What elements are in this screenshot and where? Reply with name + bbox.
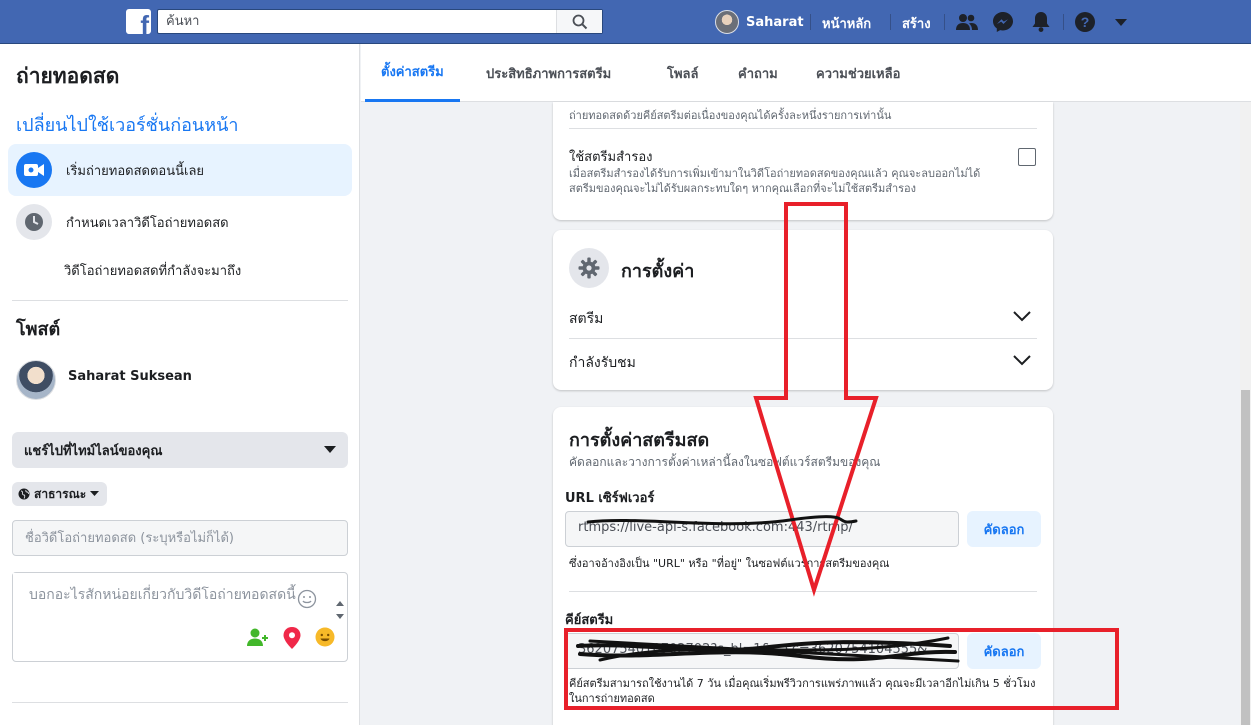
divider: [12, 300, 348, 301]
page-scrollbar-thumb[interactable]: [1241, 390, 1250, 725]
tab-stream-setup[interactable]: ตั้งค่าสตรีม: [365, 44, 460, 102]
separator: [890, 14, 891, 30]
help-icon[interactable]: ?: [1074, 11, 1096, 33]
search-button[interactable]: [556, 10, 602, 33]
sidebar-item-label: เริ่มถ่ายทอดสดตอนนี้เลย: [66, 163, 205, 179]
sidebar-item-schedule-live[interactable]: กำหนดเวลาวิดีโอถ่ายทอดสด: [8, 196, 352, 248]
divider: [569, 338, 1037, 339]
facebook-logo-letter: f: [140, 10, 149, 34]
separator: [944, 14, 945, 30]
divider: [569, 128, 1037, 129]
backup-stream-title: ใช้สตรีมสำรอง: [569, 150, 653, 165]
notifications-bell-icon[interactable]: [1030, 11, 1052, 33]
top-user-name: Saharat: [746, 14, 804, 30]
feeling-icon[interactable]: [315, 627, 335, 647]
separator: [810, 14, 811, 30]
sidebar-item-label: วิดีโอถ่ายทอดสดที่กำลังจะมาถึง: [64, 263, 242, 279]
share-destination-dropdown[interactable]: แชร์ไปที่ไทม์ไลน์ของคุณ: [12, 432, 348, 468]
account-menu-caret-icon[interactable]: [1110, 11, 1132, 33]
left-sidebar: ถ่ายทอดสด เปลี่ยนไปใช้เวอร์ชั่นก่อนหน้า …: [0, 44, 360, 725]
location-pin-icon[interactable]: [283, 627, 301, 649]
backup-stream-description: เมื่อสตรีมสำรองได้รับการเพิ่มเข้ามาในวิด…: [569, 167, 981, 195]
tab-stream-health[interactable]: ประสิทธิภาพการสตรีม: [486, 44, 611, 102]
backup-stream-checkbox[interactable]: [1018, 148, 1036, 166]
sidebar-item-label: กำหนดเวลาวิดีโอถ่ายทอดสด: [66, 215, 229, 231]
caret-down-icon: [324, 446, 336, 453]
live-settings-title: การตั้งค่าสตรีมสด: [569, 430, 710, 451]
divider: [569, 591, 1037, 592]
settings-row-label: กำลังรับชม: [569, 355, 636, 371]
svg-text:?: ?: [1081, 14, 1090, 30]
privacy-selector[interactable]: สาธารณะ: [12, 482, 108, 506]
settings-row-label: สตรีม: [569, 311, 604, 327]
copy-stream-key-button[interactable]: คัดลอก: [967, 633, 1041, 669]
textarea-scrollbar[interactable]: [335, 601, 345, 619]
share-destination-label: แชร์ไปที่ไทม์ไลน์ของคุณ: [24, 443, 163, 459]
chevron-down-icon: [1013, 355, 1031, 366]
chevron-down-icon: [1013, 311, 1031, 322]
home-link[interactable]: หน้าหลัก: [822, 13, 871, 34]
scroll-up-icon: [336, 601, 344, 606]
messenger-icon[interactable]: [992, 11, 1014, 33]
author-name: Saharat Suksean: [68, 368, 192, 384]
persistent-key-note: ถ่ายทอดสดด้วยคีย์สตรีมต่อเนื่องของคุณได้…: [569, 109, 892, 122]
privacy-label: สาธารณะ: [34, 486, 87, 501]
divider: [12, 702, 348, 703]
tab-help[interactable]: ความช่วยเหลือ: [816, 44, 900, 102]
create-link[interactable]: สร้าง: [902, 13, 931, 34]
settings-row-stream[interactable]: สตรีม: [553, 296, 1053, 340]
avatar: [715, 10, 739, 34]
tag-friends-icon[interactable]: [247, 627, 269, 647]
tab-polls[interactable]: โพลล์: [667, 44, 698, 102]
settings-row-viewing[interactable]: กำลังรับชม: [553, 340, 1053, 384]
description-input[interactable]: [13, 573, 323, 619]
gear-icon: [569, 248, 609, 288]
stream-key-label: คีย์สตรีม: [565, 613, 614, 628]
post-section-title: โพสต์: [16, 319, 61, 340]
search-box: [157, 9, 603, 34]
emoji-icon[interactable]: [297, 589, 317, 609]
description-actions: [247, 627, 335, 649]
clock-icon-wrap: [16, 204, 52, 240]
settings-card: การตั้งค่า สตรีม กำลังรับชม: [553, 230, 1053, 390]
settings-title: การตั้งค่า: [621, 261, 695, 282]
live-stream-settings-card: การตั้งค่าสตรีมสด คัดลอกและวางการตั้งค่า…: [553, 407, 1053, 725]
search-input[interactable]: [158, 10, 558, 33]
top-profile-link[interactable]: Saharat: [715, 10, 804, 34]
globe-icon: [18, 488, 30, 500]
server-url-field[interactable]: rtmps://live-api-s.facebook.com:443/rtmp…: [565, 511, 959, 547]
facebook-logo[interactable]: f: [126, 9, 151, 34]
sidebar-item-upcoming-live[interactable]: วิดีโอถ่ายทอดสดที่กำลังจะมาถึง: [8, 244, 352, 296]
friends-icon[interactable]: [956, 11, 978, 33]
server-url-label: URL เซิร์ฟเวอร์: [565, 491, 655, 506]
video-title-field: [12, 520, 348, 556]
stream-key-field[interactable]: 3620754010702702?s_bl=1&s_sc=36207541045…: [565, 633, 959, 669]
search-icon: [572, 14, 587, 29]
video-title-input[interactable]: [13, 521, 347, 555]
description-box: [12, 572, 348, 662]
tab-questions[interactable]: คำถาม: [738, 44, 778, 102]
clock-icon: [25, 213, 43, 231]
scroll-down-icon: [336, 614, 344, 619]
sidebar-title: ถ่ายทอดสด: [16, 64, 120, 88]
live-settings-subtitle: คัดลอกและวางการตั้งค่าเหล่านี้ลงในซอฟต์แ…: [569, 455, 881, 469]
server-url-helper: ซึ่งอาจอ้างอิงเป็น "URL" หรือ "ที่อยู่" …: [569, 557, 890, 570]
switch-version-link[interactable]: เปลี่ยนไปใช้เวอร์ชั่นก่อนหน้า: [16, 110, 239, 139]
separator: [1063, 14, 1064, 30]
stream-key-helper: คีย์สตรีมสามารถใช้งานได้ 7 วัน เมื่อคุณเ…: [569, 677, 1036, 705]
live-camera-icon: [16, 152, 52, 188]
top-navigation-bar: f Saharat หน้าหลัก สร้าง ?: [0, 0, 1251, 44]
caret-down-icon: [90, 491, 100, 496]
tab-bar: ตั้งค่าสตรีม ประสิทธิภาพการสตรีม โพลล์ ค…: [361, 44, 1251, 102]
copy-server-url-button[interactable]: คัดลอก: [967, 511, 1041, 547]
sidebar-item-go-live-now[interactable]: เริ่มถ่ายทอดสดตอนนี้เลย: [8, 144, 352, 196]
stream-key-options-card: ถ่ายทอดสดด้วยคีย์สตรีมต่อเนื่องของคุณได้…: [553, 102, 1053, 220]
avatar: [16, 360, 56, 400]
post-author: Saharat Suksean: [16, 360, 192, 400]
